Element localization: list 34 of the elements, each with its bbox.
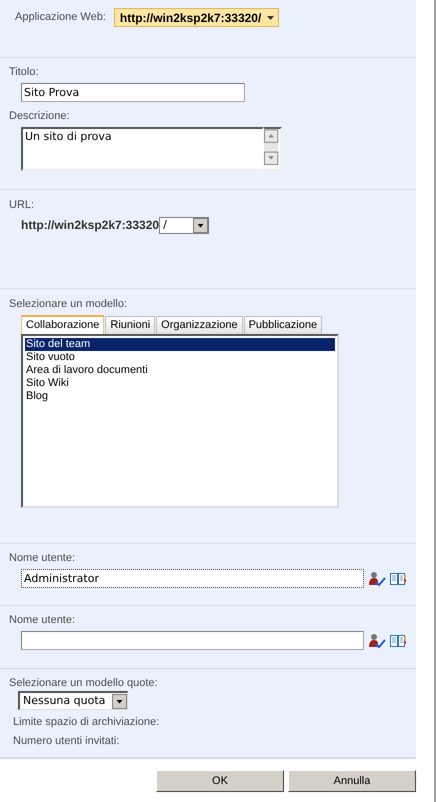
quota-dropdown[interactable]: Nessuna quota	[18, 691, 128, 710]
tab[interactable]: Pubblicazione	[244, 316, 322, 334]
field-label: Titolo:	[9, 66, 40, 79]
field-label: Nome utente:	[9, 614, 76, 627]
template-listbox[interactable]: Sito del team Sito vuoto Area di lavoro documenti Sito Wiki Blog	[21, 334, 339, 508]
address-book-icon[interactable]	[390, 634, 406, 648]
caret-icon	[267, 16, 274, 20]
list-item[interactable]: Area di lavoro documenti	[25, 364, 335, 377]
check-names-icon[interactable]	[368, 632, 386, 648]
field-label: Applicazione Web:	[15, 11, 106, 24]
field-label: Selezionare un modello:	[9, 298, 128, 311]
field-label: Descrizione:	[9, 110, 71, 123]
list-item[interactable]: Sito vuoto	[25, 351, 335, 364]
user-name-field[interactable]: Administrator	[21, 569, 364, 588]
dialog-button[interactable]: Annulla	[288, 770, 416, 792]
dialog-button[interactable]: OK	[156, 770, 284, 792]
list-item[interactable]: Sito Wiki	[25, 377, 335, 390]
list-item[interactable]: Blog	[25, 390, 335, 403]
field-label: Nome utente:	[9, 552, 76, 565]
address-book-icon[interactable]	[390, 572, 406, 586]
quota-detail: Limite spazio di archiviazione:	[12, 716, 160, 729]
quota-detail: Numero utenti invitati:	[12, 735, 120, 748]
tab[interactable]: Collaborazione	[21, 315, 104, 334]
title-field[interactable]: Sito Prova	[21, 83, 245, 102]
url-dropdown[interactable]: /	[159, 216, 210, 234]
tab[interactable]: Riunioni	[105, 316, 156, 334]
url-prefix: http://win2ksp2k7:33320	[21, 217, 160, 234]
tab[interactable]: Organizzazione	[156, 316, 243, 334]
field-label: Selezionare un modello quote:	[9, 677, 159, 690]
user-name-field[interactable]	[21, 631, 364, 650]
field-label: URL:	[9, 199, 36, 212]
check-names-icon[interactable]	[368, 570, 386, 586]
list-item[interactable]: Sito del team	[25, 338, 335, 351]
web-application-dropdown[interactable]: http://win2ksp2k7:33320/	[114, 8, 280, 27]
